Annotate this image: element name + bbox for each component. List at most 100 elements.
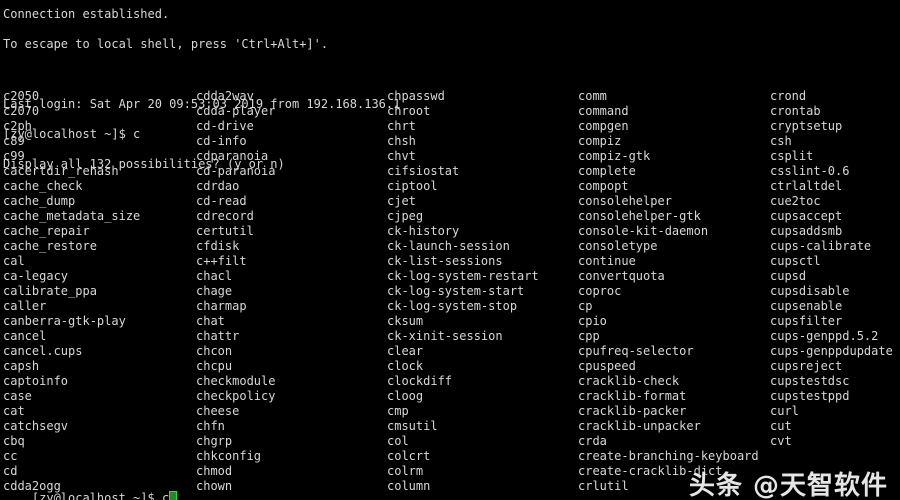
- completion-item: cd-drive: [196, 119, 254, 133]
- completion-item: caller: [3, 299, 47, 313]
- completion-item: c99: [3, 149, 25, 163]
- prompt-string: [zy@localhost ~]$: [31, 491, 162, 500]
- completion-item: cupsenable: [770, 299, 843, 313]
- completion-item: chkconfig: [196, 449, 262, 463]
- completion-item: cifsiostat: [387, 164, 460, 178]
- completion-item: cp: [578, 299, 593, 313]
- completion-item: cache_metadata_size: [3, 209, 141, 223]
- completion-item: captoinfo: [3, 374, 69, 388]
- completion-item: cupsreject: [770, 359, 843, 373]
- completion-item: chat: [196, 314, 225, 328]
- completion-item: canberra-gtk-play: [3, 314, 126, 328]
- completion-item: cmp: [387, 404, 409, 418]
- completion-item: certutil: [196, 224, 254, 238]
- completion-item: cpio: [578, 314, 607, 328]
- completion-item: crontab: [770, 104, 821, 118]
- completion-item: cupsd: [770, 269, 807, 283]
- completion-item: c89: [3, 134, 25, 148]
- completion-item: cupsaccept: [770, 209, 843, 223]
- completion-item: c2050: [3, 89, 40, 103]
- completion-item: chage: [196, 284, 233, 298]
- completion-column-5: crond crontab cryptsetup csh csplit csslint-0…: [770, 89, 893, 449]
- shell-prompt-line[interactable]: [zy@localhost ~]$ c: [3, 476, 178, 500]
- completion-item: column: [387, 479, 431, 493]
- typed-command: c: [161, 491, 170, 500]
- completion-item: curl: [770, 404, 799, 418]
- completion-item: console-kit-daemon: [578, 224, 709, 238]
- completion-item: cue2toc: [770, 194, 821, 208]
- completion-item: cache_dump: [3, 194, 76, 208]
- completion-item: col: [387, 434, 409, 448]
- completion-item: crond: [770, 89, 807, 103]
- completion-item: checkmodule: [196, 374, 276, 388]
- completion-item: ck-log-system-restart: [387, 269, 539, 283]
- completion-item: cupsdisable: [770, 284, 850, 298]
- completion-item: ck-log-system-stop: [387, 299, 518, 313]
- completion-item: chcpu: [196, 359, 233, 373]
- completion-item: chfn: [196, 419, 225, 433]
- completion-item: ca-legacy: [3, 269, 69, 283]
- completion-item: cracklib-packer: [578, 404, 687, 418]
- completion-item: cd-info: [196, 134, 247, 148]
- block-cursor: [169, 491, 178, 500]
- completion-item: c2ph: [3, 119, 32, 133]
- completion-item: ciptool: [387, 179, 438, 193]
- completion-item: charmap: [196, 299, 247, 313]
- completion-item: cd-read: [196, 194, 247, 208]
- completion-item: cjpeg: [387, 209, 424, 223]
- completion-column-1: c2050 c2070 c2ph c89 c99 cacertdir_rehash cach…: [3, 89, 140, 494]
- completion-item: ck-xinit-session: [387, 329, 503, 343]
- completion-item: csslint-0.6: [770, 164, 850, 178]
- completion-item: clockdiff: [387, 374, 453, 388]
- completion-item: csplit: [770, 149, 814, 163]
- completion-item: chroot: [387, 104, 431, 118]
- completion-item: cache_check: [3, 179, 83, 193]
- completion-item: cdparanoia: [196, 149, 269, 163]
- completion-item: cfdisk: [196, 239, 240, 253]
- completion-item: cupstestdsc: [770, 374, 850, 388]
- completion-item: c2070: [3, 104, 40, 118]
- completion-item: colrm: [387, 464, 424, 478]
- completion-item: ck-history: [387, 224, 460, 238]
- completion-item: case: [3, 389, 32, 403]
- completion-item: cupstestppd: [770, 389, 850, 403]
- terminal-header-output: Connection established. To escape to loc…: [0, 0, 900, 171]
- completion-item: cupsfilter: [770, 314, 843, 328]
- completion-item: chgrp: [196, 434, 233, 448]
- completion-item: cmsutil: [387, 419, 438, 433]
- completion-item: cd-paranoia: [196, 164, 276, 178]
- completion-item: chpasswd: [387, 89, 445, 103]
- completion-item: c++filt: [196, 254, 247, 268]
- completion-item: cryptsetup: [770, 119, 843, 133]
- completion-item: cjet: [387, 194, 416, 208]
- completion-item: capsh: [3, 359, 40, 373]
- completion-column-2: cdda2wav cdda-player cd-drive cd-info cdpara…: [196, 89, 275, 494]
- completion-item: cups-calibrate: [770, 239, 872, 253]
- completion-item: chown: [196, 479, 233, 493]
- completion-item: ck-launch-session: [387, 239, 510, 253]
- completion-item: csh: [770, 134, 792, 148]
- completion-item: cbq: [3, 434, 25, 448]
- completion-item: cc: [3, 449, 18, 463]
- completion-item: cracklib-check: [578, 374, 680, 388]
- terminal-window[interactable]: Connection established. To escape to loc…: [0, 0, 900, 500]
- completion-item: comm: [578, 89, 607, 103]
- completion-item: cvt: [770, 434, 792, 448]
- completion-item: cal: [3, 254, 25, 268]
- completion-item: command: [578, 104, 629, 118]
- completion-item: cdrecord: [196, 209, 254, 223]
- completion-item: cracklib-format: [578, 389, 687, 403]
- completion-item: consolehelper-gtk: [578, 209, 701, 223]
- completion-item: cdda-player: [196, 104, 276, 118]
- completion-column-4: comm command compgen compiz compiz-gtk comple…: [578, 89, 759, 494]
- completion-item: cloog: [387, 389, 424, 403]
- completion-item: cups-genppd.5.2: [770, 329, 879, 343]
- connection-status-line: Connection established.: [3, 7, 170, 21]
- completion-item: cdrdao: [196, 179, 240, 193]
- completion-item: cpuspeed: [578, 359, 636, 373]
- completion-item: consolehelper: [578, 194, 672, 208]
- completion-item: cracklib-unpacker: [578, 419, 701, 433]
- completion-item: compiz: [578, 134, 622, 148]
- completion-column-3: chpasswd chroot chrt chsh chvt cifsiostat cipt…: [387, 89, 539, 494]
